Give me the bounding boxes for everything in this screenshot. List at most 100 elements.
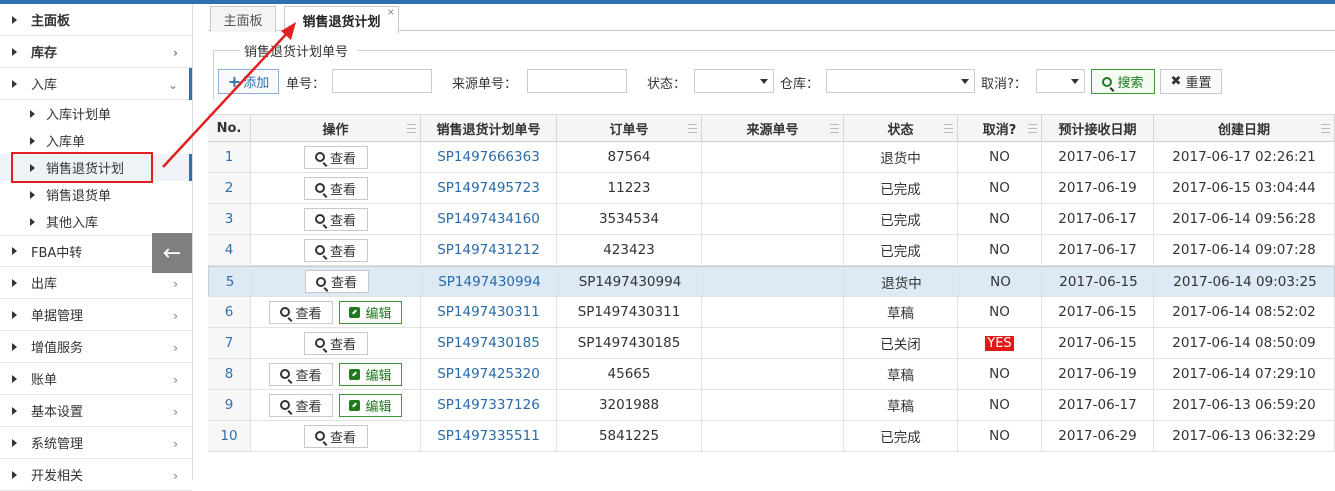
plan-no-cell[interactable]: SP1497337126	[421, 390, 557, 420]
column-header[interactable]: 预计接收日期	[1042, 115, 1154, 141]
plan-no-link[interactable]: SP1497495723	[437, 180, 540, 196]
column-menu-icon[interactable]	[688, 124, 697, 133]
cancel-cell: NO	[958, 173, 1042, 203]
close-icon[interactable]: ×	[387, 7, 395, 18]
cancel-cell: NO	[958, 204, 1042, 234]
column-header[interactable]: 取消?	[958, 115, 1042, 141]
source-no-cell	[702, 390, 844, 420]
plan-no-cell[interactable]: SP1497430311	[421, 297, 557, 327]
sidebar-subitem-label: 销售退货单	[46, 189, 112, 204]
sidebar-item-dev[interactable]: 开发相关 ›	[0, 459, 192, 491]
status-cell: 已关闭	[844, 328, 958, 358]
column-header[interactable]: 销售退货计划单号	[421, 115, 557, 141]
sidebar-item-system[interactable]: 系统管理 ›	[0, 427, 192, 459]
eta-cell: 2017-06-29	[1042, 421, 1154, 451]
table-row[interactable]: 10 查看 SP1497335511 5841225 已完成 NO 2017-06-29 20…	[208, 421, 1335, 452]
sidebar-item-basic-settings[interactable]: 基本设置 ›	[0, 395, 192, 427]
plan-no-cell[interactable]: SP1497431212	[421, 235, 557, 265]
source-no-cell	[702, 328, 844, 358]
table-row[interactable]: 4 查看 SP1497431212 423423 已完成 NO 2017-06-17 2017…	[208, 235, 1335, 266]
plan-no-cell[interactable]: SP1497434160	[421, 204, 557, 234]
plan-no-link[interactable]: SP1497337126	[437, 397, 540, 413]
plan-no-link[interactable]: SP1497434160	[437, 211, 540, 227]
sidebar-subitem-label: 入库单	[46, 135, 86, 150]
caret-right-icon	[30, 109, 35, 118]
plan-no-cell[interactable]: SP1497425320	[421, 359, 557, 389]
column-header[interactable]: 创建日期	[1154, 115, 1335, 141]
plan-no-link[interactable]: SP1497430311	[437, 304, 540, 320]
column-menu-icon[interactable]	[1321, 124, 1330, 133]
sidebar-item-billing[interactable]: 账单 ›	[0, 363, 192, 395]
plan-no-link[interactable]: SP1497335511	[437, 428, 540, 444]
view-button[interactable]: 查看	[303, 238, 368, 262]
table-row[interactable]: 1 查看 SP1497666363 87564 退货中 NO 2017-06-17 2017-…	[208, 142, 1335, 173]
sidebar-subitem-other-inbound[interactable]: 其他入库	[0, 208, 192, 235]
view-button[interactable]: 查看	[303, 424, 368, 448]
plan-no-link[interactable]: SP1497666363	[437, 149, 540, 165]
sidebar-item-inventory[interactable]: 库存 ›	[0, 36, 192, 68]
cancel-select[interactable]	[1036, 69, 1085, 93]
plan-no-link[interactable]: SP1497431212	[437, 242, 540, 258]
view-button[interactable]: 查看	[303, 207, 368, 231]
eta-cell: 2017-06-19	[1042, 173, 1154, 203]
sidebar-item-inbound[interactable]: 入库 ⌄	[0, 68, 192, 100]
table-row[interactable]: 3 查看 SP1497434160 3534534 已完成 NO 2017-06-17 201…	[208, 204, 1335, 235]
view-button[interactable]: 查看	[269, 300, 333, 324]
order-no-input[interactable]	[332, 69, 432, 93]
view-button[interactable]: 查看	[303, 176, 368, 200]
sidebar-subitem-inbound-plan[interactable]: 入库计划单	[0, 100, 192, 127]
plan-no-link[interactable]: SP1497430994	[438, 274, 541, 290]
add-button[interactable]: + 添加	[218, 69, 279, 94]
created-cell: 2017-06-17 02:26:21	[1154, 142, 1335, 172]
tab-sales-return-plan[interactable]: 销售退货计划 ×	[284, 6, 399, 33]
column-header[interactable]: 操作	[251, 115, 421, 141]
edit-button[interactable]: 编辑	[339, 362, 402, 386]
collapse-sidebar-button[interactable]: ←	[152, 233, 192, 273]
table-row[interactable]: 6 查看 编辑 SP1497430311 SP1497430311 草稿 NO 2017-06…	[208, 297, 1335, 328]
plan-no-cell[interactable]: SP1497335511	[421, 421, 557, 451]
edit-button[interactable]: 编辑	[339, 300, 402, 324]
column-header[interactable]: 订单号	[557, 115, 702, 141]
search-button[interactable]: 搜索	[1091, 69, 1155, 94]
search-icon	[280, 369, 291, 379]
status-select[interactable]	[694, 69, 774, 93]
table-row[interactable]: 2 查看 SP1497495723 11223 已完成 NO 2017-06-19 2017-…	[208, 173, 1335, 204]
table-row[interactable]: 5 查看 SP1497430994 SP1497430994 退货中 NO 2017-06-…	[208, 266, 1335, 297]
table-row[interactable]: 7 查看 SP1497430185 SP1497430185 已关闭 YES 2017-06…	[208, 328, 1335, 359]
edit-button[interactable]: 编辑	[339, 393, 402, 417]
plan-no-cell[interactable]: SP1497430185	[421, 328, 557, 358]
eta-cell: 2017-06-15	[1042, 297, 1154, 327]
view-button[interactable]: 查看	[269, 393, 333, 417]
view-button-label: 查看	[295, 368, 322, 384]
column-menu-icon[interactable]	[407, 124, 416, 133]
table-row[interactable]: 9 查看 编辑 SP1497337126 3201988 草稿 NO 2017-06-17 20…	[208, 390, 1335, 421]
sidebar-subitem-inbound-order[interactable]: 入库单	[0, 127, 192, 154]
column-header[interactable]: 状态	[844, 115, 958, 141]
view-button[interactable]: 查看	[269, 362, 333, 386]
tab-dashboard[interactable]: 主面板	[210, 6, 276, 32]
column-menu-icon[interactable]	[830, 124, 839, 133]
view-button[interactable]: 查看	[303, 145, 368, 169]
table-row[interactable]: 8 查看 编辑 SP1497425320 45665 草稿 NO 2017-06-19 2017…	[208, 359, 1335, 390]
source-no-input[interactable]	[527, 69, 627, 93]
reset-button[interactable]: ✖ 重置	[1160, 69, 1222, 94]
view-button[interactable]: 查看	[303, 331, 368, 355]
sidebar-item-value-added[interactable]: 增值服务 ›	[0, 331, 192, 363]
actions-cell: 查看	[251, 421, 421, 451]
plan-no-cell[interactable]: SP1497495723	[421, 173, 557, 203]
plan-no-link[interactable]: SP1497430185	[437, 335, 540, 351]
sidebar-item-dashboard[interactable]: 主面板	[0, 4, 192, 36]
view-button[interactable]: 查看	[304, 270, 369, 293]
sidebar-subitem-sales-return-order[interactable]: 销售退货单	[0, 181, 192, 208]
plan-no-link[interactable]: SP1497425320	[437, 366, 540, 382]
column-header[interactable]: No.	[208, 115, 251, 141]
plan-no-cell[interactable]: SP1497666363	[421, 142, 557, 172]
column-menu-icon[interactable]	[944, 124, 953, 133]
sidebar-item-documents[interactable]: 单据管理 ›	[0, 299, 192, 331]
column-menu-icon[interactable]	[1028, 124, 1037, 133]
plan-no-cell[interactable]: SP1497430994	[422, 267, 558, 296]
created-date: 2017-06-17 02:26:21	[1172, 149, 1316, 165]
column-header[interactable]: 来源单号	[702, 115, 844, 141]
status-cell: 草稿	[844, 359, 958, 389]
warehouse-select[interactable]	[826, 69, 975, 93]
